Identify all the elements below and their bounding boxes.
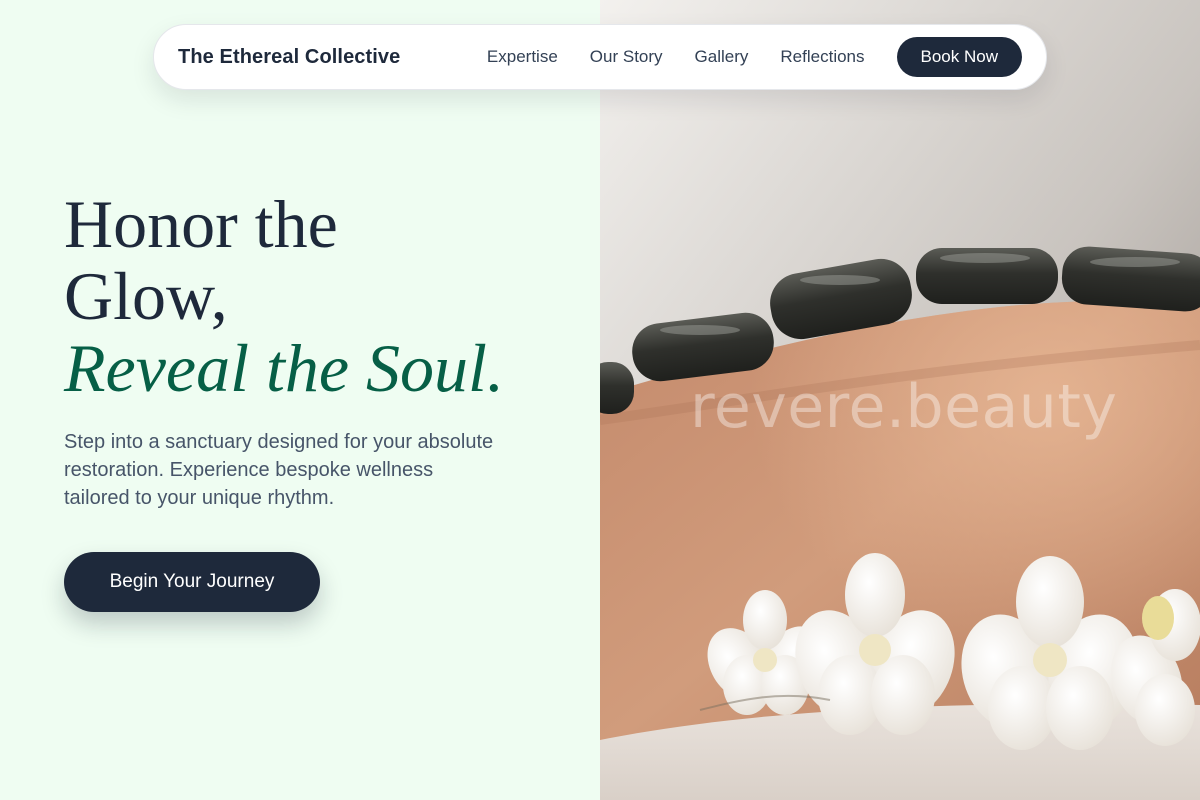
book-now-button[interactable]: Book Now bbox=[896, 37, 1022, 77]
hero-heading-line2: Glow, bbox=[64, 258, 228, 334]
nav-link-gallery[interactable]: Gallery bbox=[695, 47, 749, 67]
image-watermark: revere.beauty bbox=[690, 372, 1118, 442]
hero-heading-line1: Honor the bbox=[64, 186, 338, 262]
hero-heading: Honor the Glow, Reveal the Soul. bbox=[64, 188, 584, 404]
nav-link-our-story[interactable]: Our Story bbox=[590, 47, 663, 67]
hero-heading-accent: Reveal the Soul. bbox=[64, 330, 504, 406]
nav-links: Expertise Our Story Gallery Reflections … bbox=[487, 37, 1022, 77]
nav-link-reflections[interactable]: Reflections bbox=[780, 47, 864, 67]
hero-subtext: Step into a sanctuary designed for your … bbox=[64, 431, 494, 509]
nav-link-expertise[interactable]: Expertise bbox=[487, 47, 558, 67]
top-navbar: The Ethereal Collective Expertise Our St… bbox=[153, 24, 1047, 90]
brand-logo-text[interactable]: The Ethereal Collective bbox=[178, 46, 400, 69]
begin-journey-button[interactable]: Begin Your Journey bbox=[64, 552, 320, 612]
